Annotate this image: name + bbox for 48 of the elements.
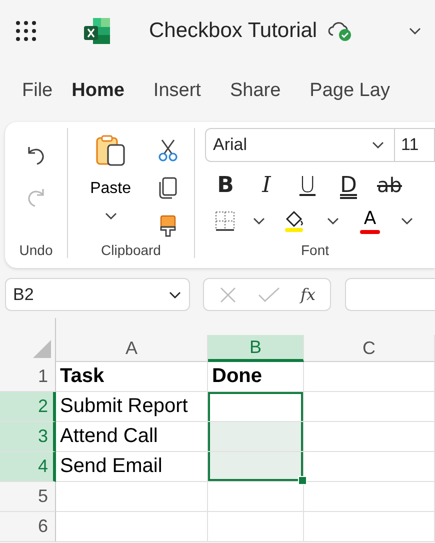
bold-button[interactable]: B: [205, 168, 246, 202]
clipboard-icon: [94, 134, 127, 166]
spreadsheet-logo-icon[interactable]: [83, 17, 111, 45]
chevron-icon[interactable]: [372, 141, 384, 149]
paint-bucket-icon: [283, 209, 305, 233]
chevron-icon[interactable]: [253, 217, 265, 225]
table-cell: Submit Report: [56, 392, 208, 422]
font-size-dropdown[interactable]: 11: [395, 128, 435, 162]
table-cell: Task: [56, 362, 208, 392]
ribbon-tab[interactable]: Share: [230, 80, 281, 102]
cloud-saved-icon[interactable]: [327, 20, 354, 42]
chevron-icon[interactable]: [326, 217, 338, 225]
column-header[interactable]: B: [208, 335, 304, 362]
font-color-button[interactable]: A: [350, 208, 390, 234]
chevron-icon[interactable]: [104, 212, 117, 220]
strikethrough-button[interactable]: ab: [369, 168, 410, 202]
row-header[interactable]: 3: [0, 422, 56, 452]
double-underline-button[interactable]: D: [328, 168, 369, 202]
check-icon[interactable]: [258, 286, 280, 302]
document-title[interactable]: Checkbox Tutorial: [149, 19, 318, 43]
borders-icon: [215, 211, 235, 231]
group-label: Undo: [18, 242, 54, 258]
ribbon-tab[interactable]: File: [22, 80, 53, 102]
ribbon-tab[interactable]: Page Lay: [310, 80, 390, 102]
ribbon-tab[interactable]: Insert: [153, 80, 201, 102]
formula-field[interactable]: [345, 278, 435, 311]
row-header[interactable]: 2: [0, 392, 56, 422]
underline-button[interactable]: U: [287, 168, 328, 202]
scissors-icon[interactable]: [158, 138, 178, 162]
name-box[interactable]: B2: [5, 278, 190, 311]
font-name-dropdown[interactable]: Arial: [205, 128, 395, 162]
chevron-icon[interactable]: [169, 290, 181, 298]
table-cell: Done: [208, 362, 304, 392]
row-header[interactable]: 4: [0, 452, 56, 482]
insert-function-button[interactable]: fx: [300, 285, 316, 304]
chevron-icon[interactable]: [409, 27, 421, 35]
ribbon-tab[interactable]: Home: [72, 80, 124, 102]
fill-handle[interactable]: [298, 476, 307, 485]
table-cell: Attend Call: [56, 422, 208, 452]
table-cell: Send Email: [56, 452, 208, 482]
paintbrush-icon[interactable]: [159, 214, 178, 238]
paste-button[interactable]: Paste: [68, 134, 154, 242]
group-label: Clipboard: [100, 242, 162, 258]
group-label: Font: [300, 242, 330, 258]
chevron-icon[interactable]: [400, 217, 412, 225]
italic-button[interactable]: I: [246, 168, 287, 202]
copy-icon[interactable]: [158, 176, 178, 200]
app-launcher-icon[interactable]: [15, 20, 37, 42]
